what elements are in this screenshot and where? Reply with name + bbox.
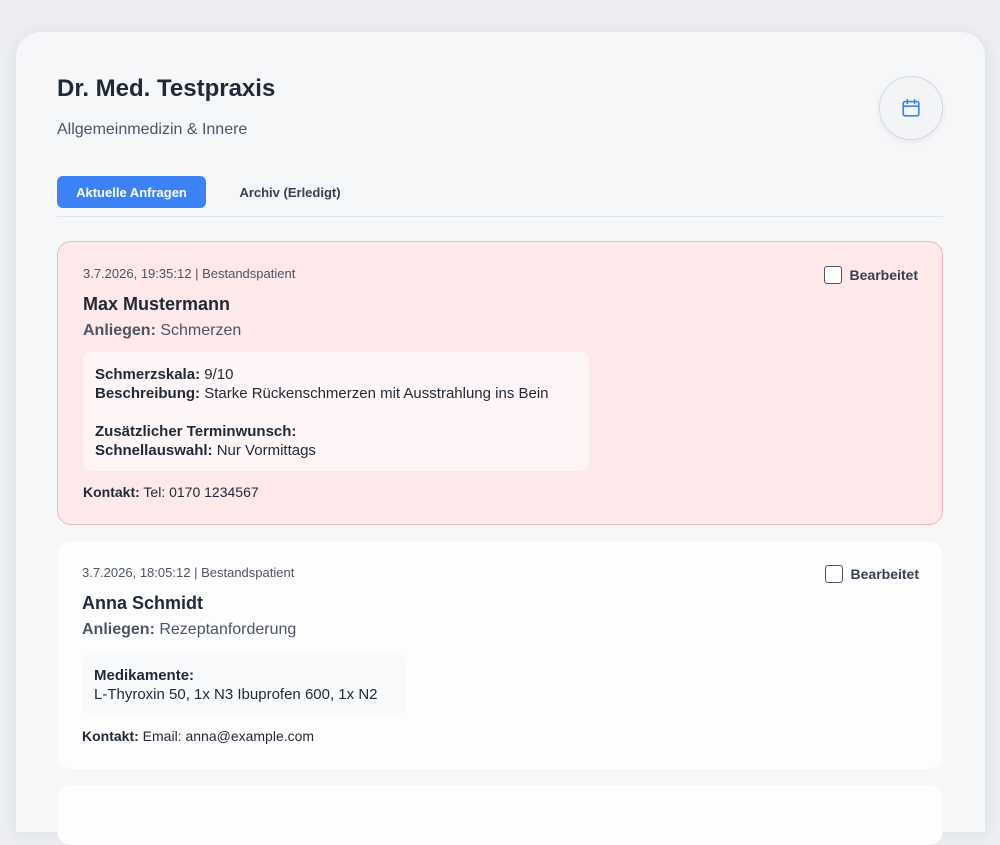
request-card [57, 785, 943, 845]
request-details: Schmerzskala: 9/10 Beschreibung: Starke … [83, 352, 589, 471]
practice-name: Dr. Med. Testpraxis [57, 75, 276, 102]
description-value: Starke Rückenschmerzen mit Ausstrahlung … [204, 385, 549, 402]
concern-label: Anliegen: [82, 621, 155, 638]
patient-type: Bestandspatient [202, 266, 296, 281]
concern-value: Schmerzen [160, 322, 242, 339]
patient-type: Bestandspatient [201, 565, 295, 580]
concern: Anliegen: Schmerzen [83, 322, 241, 340]
medication-row: Medikamente: [94, 666, 394, 685]
contact-value: Email: anna@example.com [142, 728, 315, 744]
concern-value: Rezeptanforderung [159, 621, 297, 638]
quick-select-value: Nur Vormittags [216, 442, 316, 459]
request-card: 3.7.2026, 18:05:12 | Bestandspatient Bea… [57, 541, 943, 769]
request-meta: 3.7.2026, 18:05:12 | Bestandspatient [82, 565, 294, 580]
quick-select-row: Schnellauswahl: Nur Vormittags [95, 441, 577, 460]
done-label: Bearbeitet [849, 267, 918, 283]
request-timestamp: 3.7.2026, 19:35:12 [83, 266, 192, 281]
description-row: Beschreibung: Starke Rückenschmerzen mit… [95, 384, 577, 403]
calendar-button[interactable] [879, 76, 943, 140]
practice-subtitle: Allgemeinmedizin & Innere [57, 121, 248, 138]
main-panel: Dr. Med. Testpraxis Allgemeinmedizin & I… [16, 32, 985, 845]
patient-name: Anna Schmidt [82, 593, 204, 613]
calendar-icon [902, 98, 920, 117]
tab-current-requests[interactable]: Aktuelle Anfragen [57, 176, 206, 208]
meta-separator: | [195, 266, 199, 281]
concern-label: Anliegen: [83, 322, 156, 339]
concern: Anliegen: Rezeptanforderung [82, 621, 296, 639]
contact-label: Kontakt: [82, 728, 139, 744]
done-checkbox-toggle[interactable]: Bearbeitet [824, 565, 919, 583]
pain-scale-row: Schmerzskala: 9/10 [95, 365, 577, 384]
contact-value: Tel: 0170 1234567 [143, 484, 259, 500]
contact: Kontakt: Email: anna@example.com [82, 728, 314, 744]
pain-scale-label: Schmerzskala: [95, 366, 201, 383]
extra-appointment-row: Zusätzlicher Terminwunsch: [95, 422, 577, 441]
medication-label: Medikamente: [94, 667, 195, 684]
request-meta: 3.7.2026, 19:35:12 | Bestandspatient [83, 266, 295, 281]
request-timestamp: 3.7.2026, 18:05:12 [82, 565, 191, 580]
description-label: Beschreibung: [95, 385, 201, 402]
medication-value: L-Thyroxin 50, 1x N3 Ibuprofen 600, 1x N… [94, 686, 378, 703]
meta-separator: | [194, 565, 198, 580]
done-checkbox-toggle[interactable]: Bearbeitet [823, 266, 918, 284]
extra-appointment-label: Zusätzlicher Terminwunsch: [95, 423, 297, 440]
patient-name: Max Mustermann [83, 294, 231, 314]
quick-select-label: Schnellauswahl: [95, 442, 213, 459]
tab-archive[interactable]: Archiv (Erledigt) [221, 176, 359, 208]
tab-bar: Aktuelle Anfragen Archiv (Erledigt) [57, 176, 943, 217]
pain-scale-value: 9/10 [204, 366, 234, 383]
contact: Kontakt: Tel: 0170 1234567 [83, 484, 259, 500]
request-card: 3.7.2026, 19:35:12 | Bestandspatient Bea… [57, 241, 943, 525]
done-checkbox[interactable] [823, 266, 842, 284]
contact-label: Kontakt: [83, 484, 140, 500]
done-checkbox[interactable] [824, 565, 843, 583]
done-label: Bearbeitet [850, 566, 919, 582]
request-details: Medikamente: L-Thyroxin 50, 1x N3 Ibupro… [82, 653, 406, 715]
